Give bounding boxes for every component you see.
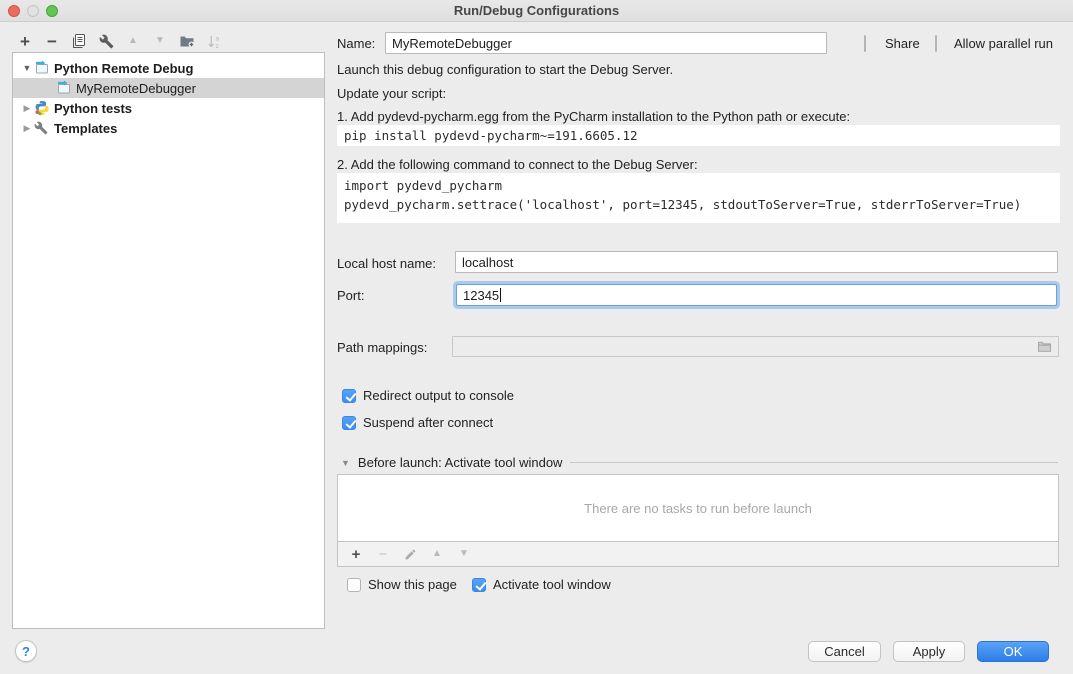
tree-item-label: MyRemoteDebugger bbox=[76, 81, 196, 96]
path-mappings-input[interactable] bbox=[452, 336, 1059, 357]
no-tasks-message: There are no tasks to run before launch bbox=[584, 501, 812, 516]
sort-az-icon: a z bbox=[207, 34, 222, 49]
port-value: 12345 bbox=[463, 288, 499, 303]
move-up-button: ▲ bbox=[122, 30, 144, 52]
configurations-tree: ▼ Python Remote Debug . MyRemoteDeb bbox=[12, 52, 325, 629]
add-configuration-button[interactable]: + bbox=[14, 30, 36, 52]
plus-icon: + bbox=[352, 547, 361, 562]
help-button[interactable]: ? bbox=[15, 640, 37, 662]
show-this-page-label: Show this page bbox=[368, 577, 457, 592]
settrace-code-line2: pydevd_pycharm.settrace('localhost', por… bbox=[344, 195, 1053, 214]
move-task-up-button: ▲ bbox=[429, 543, 445, 565]
port-label: Port: bbox=[337, 288, 364, 303]
local-host-name-input[interactable] bbox=[455, 251, 1058, 273]
move-task-down-button: ▼ bbox=[456, 543, 472, 565]
show-this-page-checkbox[interactable] bbox=[347, 578, 361, 592]
edit-templates-button[interactable] bbox=[95, 30, 117, 52]
python-tests-icon bbox=[34, 100, 50, 116]
before-launch-task-list[interactable]: There are no tasks to run before launch bbox=[337, 474, 1059, 542]
cancel-button[interactable]: Cancel bbox=[808, 641, 881, 662]
tree-item-python-tests[interactable]: ▶ Python tests bbox=[13, 98, 324, 118]
folder-plus-icon bbox=[179, 33, 195, 49]
pencil-icon bbox=[404, 548, 417, 561]
folder-icon[interactable] bbox=[1037, 340, 1052, 353]
remote-debug-icon bbox=[34, 60, 50, 76]
wrench-icon bbox=[99, 34, 114, 49]
name-input[interactable] bbox=[385, 32, 827, 54]
section-divider bbox=[570, 462, 1058, 463]
redirect-output-checkbox[interactable] bbox=[342, 389, 356, 403]
tree-item-python-remote-debug[interactable]: ▼ Python Remote Debug bbox=[13, 58, 324, 78]
arrow-down-icon: ▼ bbox=[459, 549, 469, 559]
tree-item-label: Templates bbox=[54, 121, 117, 136]
local-host-name-label: Local host name: bbox=[337, 256, 436, 271]
port-input[interactable]: 12345 bbox=[456, 284, 1057, 306]
close-window-button[interactable] bbox=[8, 5, 20, 17]
sort-configurations-button: a z bbox=[203, 30, 225, 52]
collapse-arrow-icon[interactable]: ▶ bbox=[20, 123, 34, 134]
svg-text:a: a bbox=[215, 35, 219, 42]
text-caret bbox=[500, 288, 501, 302]
before-launch-title: Before launch: Activate tool window bbox=[358, 455, 563, 470]
zoom-window-button[interactable] bbox=[46, 5, 58, 17]
question-mark-icon: ? bbox=[22, 644, 30, 659]
activate-tool-window-checkbox[interactable] bbox=[472, 578, 486, 592]
step1-text: 1. Add pydevd-pycharm.egg from the PyCha… bbox=[337, 109, 850, 124]
settrace-code-line1: import pydevd_pycharm bbox=[344, 176, 1053, 195]
minimize-window-button bbox=[27, 5, 39, 17]
suspend-after-connect-checkbox[interactable] bbox=[342, 416, 356, 430]
share-label: Share bbox=[885, 36, 920, 51]
tree-item-label: Python tests bbox=[54, 101, 132, 116]
tree-item-templates[interactable]: ▶ Templates bbox=[13, 118, 324, 138]
edit-task-button bbox=[402, 543, 418, 565]
apply-button[interactable]: Apply bbox=[893, 641, 965, 662]
move-down-button: ▼ bbox=[149, 30, 171, 52]
copy-configuration-button[interactable] bbox=[68, 30, 90, 52]
activate-tool-window-label: Activate tool window bbox=[493, 577, 611, 592]
allow-parallel-run-label: Allow parallel run bbox=[954, 36, 1053, 51]
run-debug-configurations-dialog: Run/Debug Configurations + − ▲ ▼ bbox=[0, 0, 1073, 674]
pip-install-code: pip install pydevd-pycharm~=191.6605.12 bbox=[337, 125, 1060, 146]
arrow-up-icon: ▲ bbox=[128, 36, 138, 46]
minus-icon: − bbox=[47, 33, 57, 50]
redirect-output-label: Redirect output to console bbox=[363, 388, 514, 403]
ok-button[interactable]: OK bbox=[977, 641, 1049, 662]
remove-task-button: − bbox=[375, 543, 391, 565]
allow-parallel-run-checkbox[interactable] bbox=[935, 35, 937, 52]
suspend-after-connect-label: Suspend after connect bbox=[363, 415, 493, 430]
settrace-code: import pydevd_pycharm pydevd_pycharm.set… bbox=[337, 173, 1060, 223]
intro-text: Launch this debug configuration to start… bbox=[337, 62, 673, 77]
share-checkbox[interactable] bbox=[864, 35, 866, 52]
collapse-arrow-icon[interactable]: ▶ bbox=[20, 103, 34, 114]
collapse-section-icon[interactable]: ▼ bbox=[341, 458, 350, 468]
task-list-toolbar: + − ▲ ▼ bbox=[337, 542, 1059, 567]
add-task-button[interactable]: + bbox=[348, 543, 364, 565]
arrow-down-icon: ▼ bbox=[155, 36, 165, 46]
svg-text:z: z bbox=[215, 43, 218, 49]
minus-icon: − bbox=[379, 546, 388, 563]
arrow-up-icon: ▲ bbox=[432, 549, 442, 559]
titlebar: Run/Debug Configurations bbox=[0, 0, 1073, 22]
window-title: Run/Debug Configurations bbox=[454, 3, 619, 18]
new-folder-button[interactable] bbox=[176, 30, 198, 52]
path-mappings-label: Path mappings: bbox=[337, 340, 427, 355]
name-label: Name: bbox=[337, 36, 375, 51]
step2-text: 2. Add the following command to connect … bbox=[337, 157, 698, 172]
update-script-text: Update your script: bbox=[337, 86, 446, 101]
remote-debug-icon bbox=[56, 80, 72, 96]
tree-item-myremotedebugger[interactable]: . MyRemoteDebugger bbox=[13, 78, 324, 98]
configurations-toolbar: + − ▲ ▼ a z bbox=[14, 29, 225, 53]
remove-configuration-button[interactable]: − bbox=[41, 30, 63, 52]
copy-icon bbox=[71, 33, 87, 49]
plus-icon: + bbox=[20, 33, 30, 50]
wrench-icon bbox=[34, 120, 50, 136]
expand-arrow-icon[interactable]: ▼ bbox=[20, 63, 34, 73]
tree-item-label: Python Remote Debug bbox=[54, 61, 193, 76]
